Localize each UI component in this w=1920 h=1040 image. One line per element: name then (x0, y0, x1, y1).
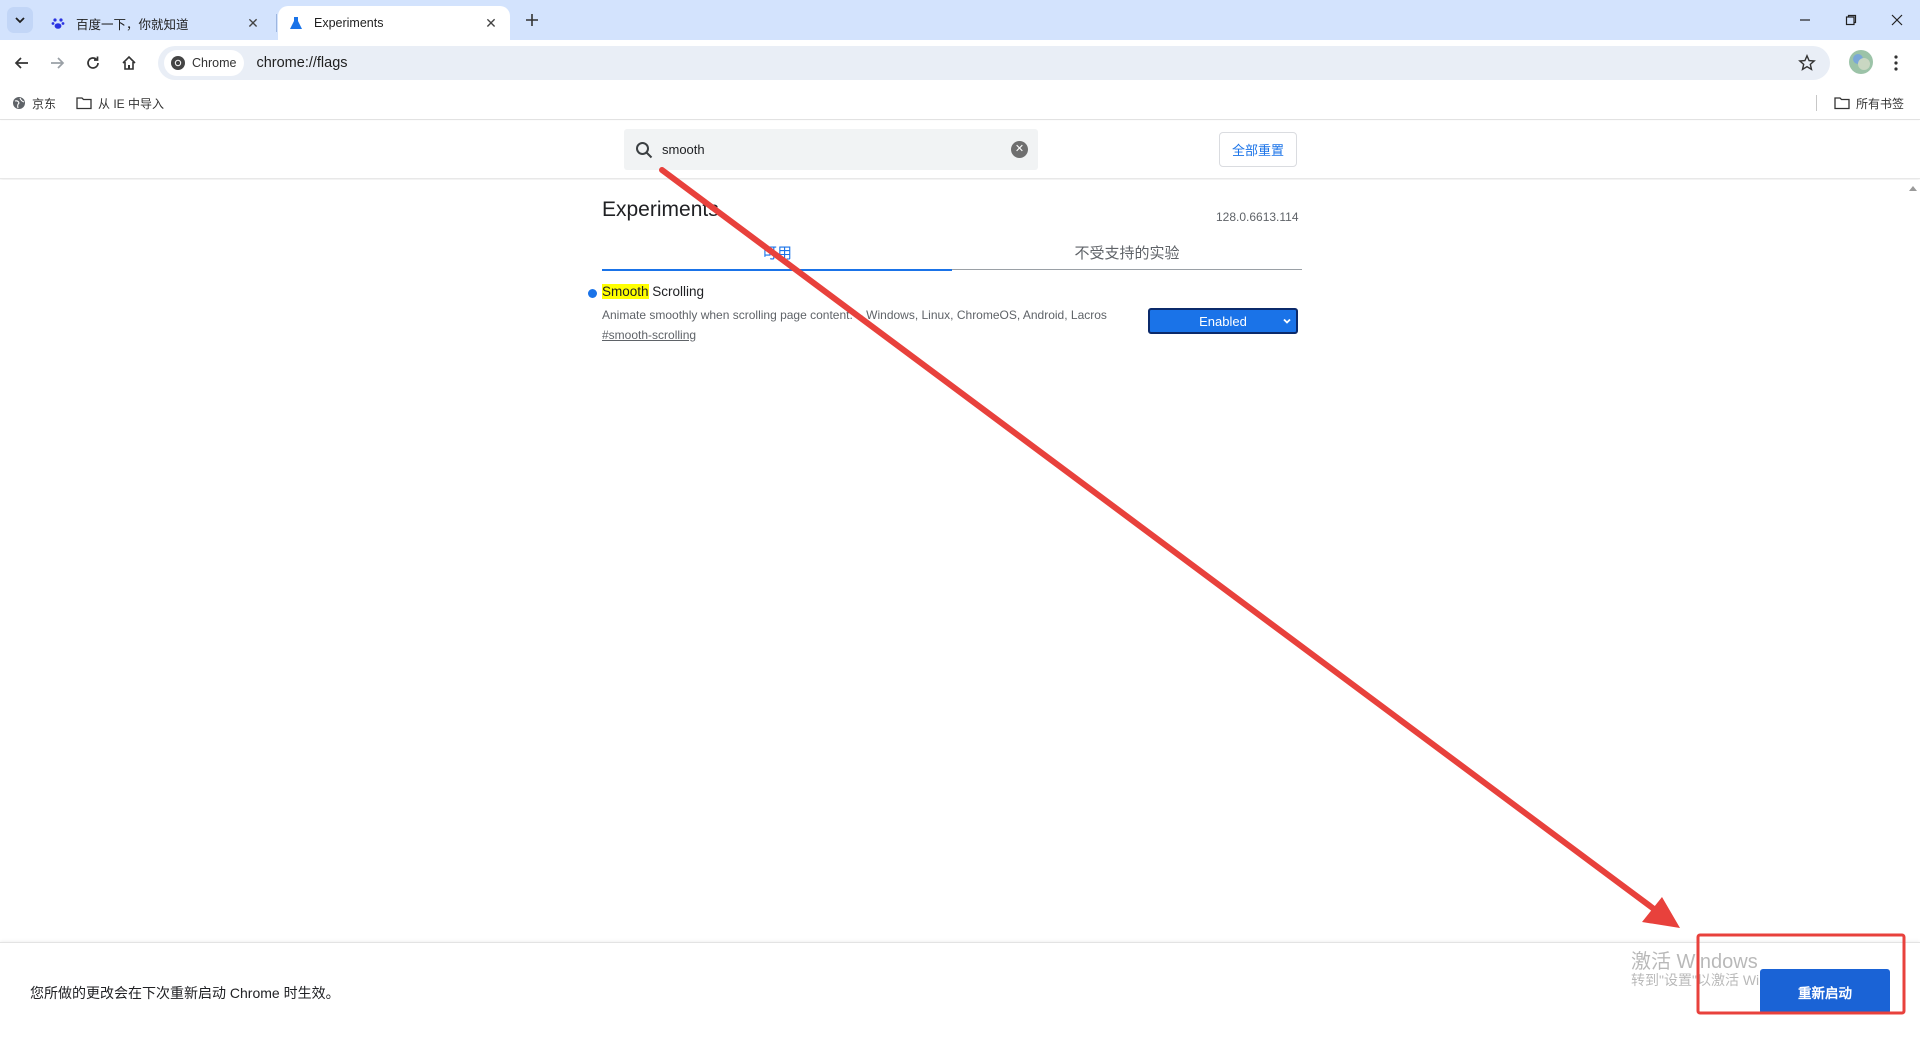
experiment-name-rest: Scrolling (648, 284, 705, 299)
tab-unavailable[interactable]: 不受支持的实验 (952, 242, 1302, 270)
close-icon[interactable]: ✕ (482, 14, 500, 32)
search-icon (634, 140, 654, 160)
star-icon (1798, 54, 1816, 71)
tab-title: Experiments (314, 16, 384, 30)
baidu-paw-icon (50, 15, 66, 31)
flags-tabs: 可用 不受支持的实验 (602, 242, 1302, 271)
new-tab-button[interactable] (520, 8, 544, 32)
arrow-right-icon (51, 57, 65, 69)
folder-icon (1834, 96, 1850, 110)
flags-search-box[interactable]: ✕ (624, 129, 1038, 170)
all-bookmarks-label: 所有书签 (1856, 96, 1905, 111)
experiment-state-select[interactable]: Enabled (1148, 308, 1298, 334)
bookmark-star-button[interactable] (1798, 54, 1816, 77)
select-value: Enabled (1199, 313, 1247, 329)
experiment-smooth-scrolling: Smooth Scrolling Animate smoothly when s… (588, 284, 1302, 342)
address-bar[interactable]: Chrome chrome://flags (158, 46, 1830, 80)
modified-indicator-dot (588, 289, 597, 298)
bookmarks-separator (1816, 95, 1817, 111)
search-highlight: Smooth (602, 284, 649, 299)
more-vert-icon (1894, 55, 1898, 71)
close-window-button[interactable] (1874, 0, 1920, 40)
vertical-scrollbar[interactable] (1905, 180, 1920, 942)
page-title: Experiments (602, 198, 719, 221)
flask-icon (288, 15, 304, 31)
experiment-name: Smooth Scrolling (602, 284, 1302, 299)
bookmark-label: 京东 (32, 96, 57, 111)
bookmarks-bar: 京东 从 IE 中导入 所有书签 (0, 86, 1920, 120)
reload-button[interactable] (79, 49, 107, 77)
avatar-icon (1849, 50, 1873, 74)
flags-header: ✕ 全部重置 (0, 121, 1920, 179)
relaunch-button[interactable]: 重新启动 (1760, 969, 1890, 1014)
bookmark-folder-ie-import[interactable]: 从 IE 中导入 (76, 93, 164, 113)
bookmark-jd[interactable]: 京东 (12, 93, 56, 113)
relaunch-bar: 您所做的更改会在下次重新启动 Chrome 时生效。 激活 Windows 转到… (0, 942, 1920, 1040)
plus-icon (526, 14, 538, 26)
home-icon (122, 55, 136, 70)
experiment-description: Animate smoothly when scrolling page con… (602, 308, 1107, 322)
flags-search-input[interactable] (662, 142, 992, 157)
flags-content: Experiments 128.0.6613.114 可用 不受支持的实验 Sm… (0, 180, 1905, 942)
chrome-menu-button[interactable] (1885, 49, 1907, 77)
arrow-left-icon (14, 57, 28, 69)
scroll-up-arrow-icon[interactable] (1909, 186, 1917, 191)
close-icon[interactable]: ✕ (244, 14, 262, 32)
globe-icon (12, 96, 26, 110)
tab-experiments[interactable]: Experiments ✕ (278, 6, 510, 40)
tab-title: 百度一下，你就知道 (76, 17, 189, 32)
bookmark-label: 从 IE 中导入 (98, 96, 165, 111)
chevron-down-icon (15, 17, 25, 24)
chip-label: Chrome (192, 56, 237, 70)
tab-separator (276, 14, 277, 32)
reload-icon (87, 56, 99, 69)
reset-all-button[interactable]: 全部重置 (1219, 132, 1297, 167)
clear-search-icon[interactable]: ✕ (1011, 141, 1028, 158)
folder-icon (76, 96, 92, 110)
profile-avatar[interactable] (1848, 49, 1874, 75)
all-bookmarks-button[interactable]: 所有书签 (1834, 93, 1904, 113)
forward-button[interactable] (43, 49, 71, 77)
tab-available[interactable]: 可用 (602, 242, 952, 271)
browser-toolbar: Chrome chrome://flags (0, 40, 1920, 86)
tab-search-button[interactable] (7, 7, 33, 33)
url-text[interactable]: chrome://flags (256, 55, 347, 71)
version-label: 128.0.6613.114 (1216, 210, 1299, 224)
restore-icon (1845, 14, 1857, 26)
close-icon (1891, 14, 1903, 26)
restore-button[interactable] (1828, 0, 1874, 40)
chevron-down-icon (1283, 318, 1291, 324)
minimize-button[interactable] (1782, 0, 1828, 40)
site-info-chip[interactable]: Chrome (164, 50, 245, 76)
back-button[interactable] (8, 49, 36, 77)
home-button[interactable] (115, 49, 143, 77)
tab-strip: 百度一下，你就知道 ✕ Experiments ✕ (0, 0, 1920, 40)
minimize-icon (1800, 19, 1810, 21)
chrome-icon (171, 56, 185, 70)
relaunch-message: 您所做的更改会在下次重新启动 Chrome 时生效。 (30, 985, 340, 1001)
tab-baidu[interactable]: 百度一下，你就知道 ✕ (40, 6, 272, 40)
